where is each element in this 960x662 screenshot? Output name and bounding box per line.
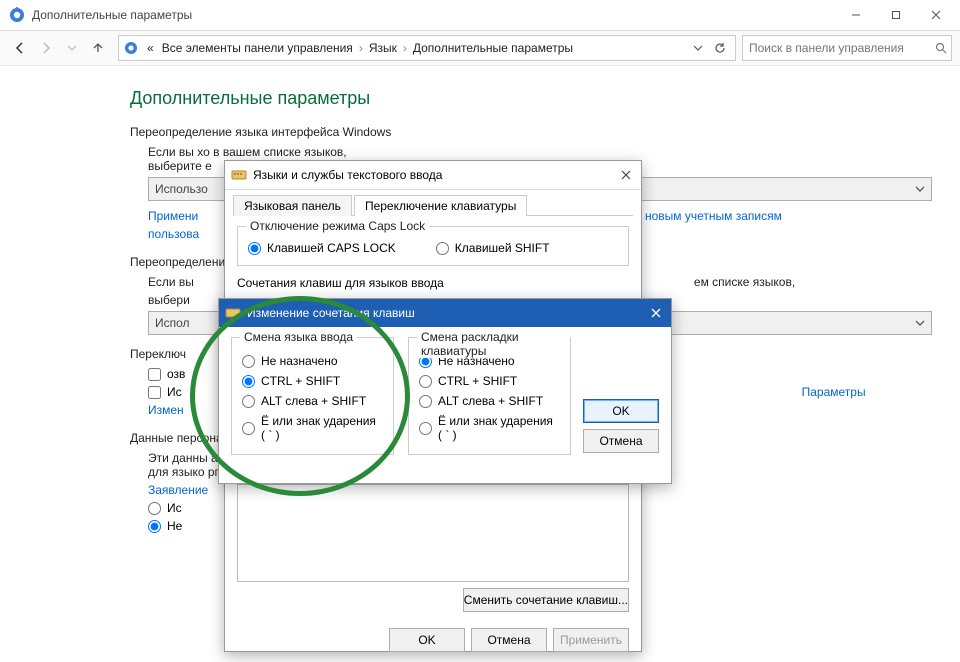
- dialog-close-button[interactable]: [611, 161, 641, 189]
- keyboard-icon: [231, 167, 247, 183]
- change-hotkeys-link[interactable]: Измен: [148, 403, 184, 417]
- tab-language-bar[interactable]: Языковая панель: [233, 195, 352, 216]
- dialog-title: Языки и службы текстового ввода: [253, 168, 611, 182]
- keyboard-icon: [225, 305, 241, 321]
- radio-label: ALT слева + SHIFT: [261, 394, 366, 408]
- input-lang-grave-radio[interactable]: Ё или знак ударения ( ` ): [242, 414, 383, 442]
- checkbox-label: озв: [167, 367, 185, 381]
- section2-text-tail: ем списке языков,: [694, 275, 795, 289]
- breadcrumb-dropdown-button[interactable]: [687, 37, 709, 59]
- chevron-down-icon: [915, 318, 925, 328]
- window-title: Дополнительные параметры: [32, 8, 836, 22]
- chevron-right-icon: ›: [357, 41, 365, 55]
- breadcrumb-item-2[interactable]: Язык: [365, 41, 401, 55]
- group-label: Отключение режима Caps Lock: [246, 219, 429, 233]
- cancel-button[interactable]: Отмена: [583, 429, 659, 453]
- radio-label: Клавишей CAPS LOCK: [267, 241, 396, 255]
- window-minimize-button[interactable]: [836, 1, 876, 29]
- parameters-link[interactable]: Параметры: [802, 385, 866, 399]
- window-close-button[interactable]: [916, 1, 956, 29]
- ok-button[interactable]: OK: [389, 628, 465, 652]
- dialog-tabs: Языковая панель Переключение клавиатуры: [233, 194, 633, 216]
- layout-altshift-radio[interactable]: ALT слева + SHIFT: [419, 394, 560, 408]
- capslock-by-shift-radio[interactable]: Клавишей SHIFT: [436, 241, 550, 255]
- nav-back-button[interactable]: [8, 36, 32, 60]
- apply-to-accounts-link-2[interactable]: пользова: [148, 227, 199, 241]
- radio-label: Ис: [167, 501, 182, 515]
- dialog-titlebar: Языки и службы текстового ввода: [225, 161, 641, 190]
- radio-label: CTRL + SHIFT: [261, 374, 340, 388]
- breadcrumb-item-1[interactable]: Все элементы панели управления: [158, 41, 357, 55]
- radio-label: ALT слева + SHIFT: [438, 394, 543, 408]
- search-icon: [935, 42, 947, 54]
- chevron-right-icon: ›: [401, 41, 409, 55]
- radio-label: Клавишей SHIFT: [455, 241, 550, 255]
- ok-button[interactable]: OK: [583, 399, 659, 423]
- dialog-title: Изменение сочетания клавиш: [247, 306, 641, 320]
- window-titlebar: Дополнительные параметры: [0, 0, 960, 31]
- radio-label: CTRL + SHIFT: [438, 374, 517, 388]
- radio-label: Не назначено: [261, 354, 338, 368]
- tab-keyboard-switching[interactable]: Переключение клавиатуры: [354, 195, 527, 216]
- nav-up-button[interactable]: [86, 36, 110, 60]
- change-key-combo-button[interactable]: Сменить сочетание клавиш...: [463, 588, 629, 612]
- capslock-by-capslock-radio[interactable]: Клавишей CAPS LOCK: [248, 241, 396, 255]
- nav-recent-dropdown[interactable]: [60, 36, 84, 60]
- declaration-link[interactable]: Заявление: [148, 483, 208, 497]
- group-label: Смена языка ввода: [240, 330, 357, 344]
- apply-to-accounts-link-tail[interactable]: и новым учетным записям: [635, 209, 782, 223]
- section-override-display-language: Переопределение языка интерфейса Windows: [130, 125, 960, 139]
- radio-label: Ё или знак ударения ( ` ): [261, 414, 383, 442]
- section2-text-a: Если вы: [148, 275, 194, 289]
- search-input[interactable]: [747, 40, 935, 56]
- chevron-down-icon: [915, 184, 925, 194]
- input-language-switch-group: Смена языка ввода Не назначено CTRL + SH…: [231, 337, 394, 455]
- breadcrumb-icon: [123, 40, 139, 56]
- nav-forward-button[interactable]: [34, 36, 58, 60]
- checkbox-label: Ис: [167, 385, 182, 399]
- capslock-group: Отключение режима Caps Lock Клавишей CAP…: [237, 226, 629, 266]
- apply-to-accounts-link[interactable]: Примени: [148, 209, 198, 223]
- breadcrumb-item-3[interactable]: Дополнительные параметры: [409, 41, 577, 55]
- input-lang-ctrlshift-radio[interactable]: CTRL + SHIFT: [242, 374, 383, 388]
- hotkeys-group-label: Сочетания клавиш для языков ввода: [237, 276, 629, 290]
- layout-grave-radio[interactable]: Ё или знак ударения ( ` ): [419, 414, 560, 442]
- input-lang-none-radio[interactable]: Не назначено: [242, 354, 383, 368]
- cancel-button[interactable]: Отмена: [471, 628, 547, 652]
- dialog-titlebar: Изменение сочетания клавиш: [219, 299, 671, 327]
- apply-button[interactable]: Применить: [553, 628, 629, 652]
- layout-ctrlshift-radio[interactable]: CTRL + SHIFT: [419, 374, 560, 388]
- dialog-close-button[interactable]: [641, 299, 671, 327]
- navigation-bar: « Все элементы панели управления › Язык …: [0, 31, 960, 66]
- app-icon: [8, 6, 26, 24]
- page-heading: Дополнительные параметры: [130, 88, 960, 109]
- search-box[interactable]: [742, 35, 952, 61]
- breadcrumb[interactable]: « Все элементы панели управления › Язык …: [118, 35, 736, 61]
- breadcrumb-prefix: «: [143, 41, 158, 55]
- refresh-button[interactable]: [709, 37, 731, 59]
- change-key-combo-dialog: Изменение сочетания клавиш Смена языка в…: [218, 298, 672, 484]
- hotkeys-listbox[interactable]: [237, 484, 629, 582]
- window-maximize-button[interactable]: [876, 1, 916, 29]
- radio-label: Не: [167, 519, 182, 533]
- keyboard-layout-switch-group: Смена раскладки клавиатуры Не назначено …: [408, 337, 571, 455]
- input-lang-altshift-radio[interactable]: ALT слева + SHIFT: [242, 394, 383, 408]
- radio-label: Ё или знак ударения ( ` ): [438, 414, 560, 442]
- group-label: Смена раскладки клавиатуры: [417, 330, 570, 358]
